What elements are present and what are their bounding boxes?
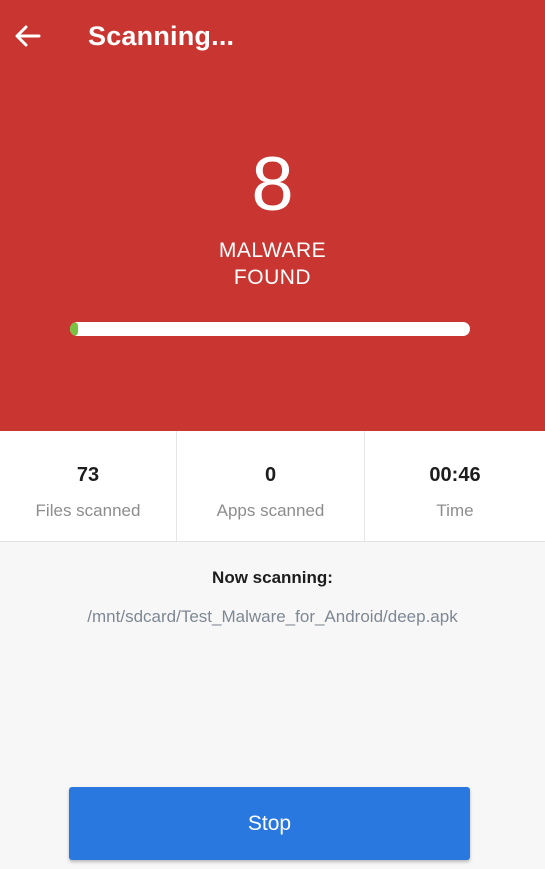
stat-time: 00:46 Time [364, 431, 545, 541]
arrow-left-icon [15, 25, 41, 47]
scan-progress-bar [70, 322, 470, 336]
malware-found-label: MALWARE FOUND [0, 237, 545, 291]
malware-found-label-line2: FOUND [233, 266, 312, 289]
malware-found-label-line1: MALWARE [218, 239, 327, 262]
top-app-bar: Scanning... [0, 0, 545, 72]
stat-files-scanned: 73 Files scanned [0, 431, 176, 541]
stat-apps-scanned: 0 Apps scanned [176, 431, 364, 541]
back-button[interactable] [10, 18, 46, 54]
page-title: Scanning... [88, 21, 235, 51]
scan-header-panel: Scanning... 8 MALWARE FOUND [0, 0, 545, 431]
now-scanning-heading: Now scanning: [212, 568, 333, 587]
stat-value: 0 [264, 464, 277, 486]
stat-label: Time [436, 501, 474, 520]
stop-button[interactable]: Stop [69, 787, 470, 860]
now-scanning-path: /mnt/sdcard/Test_Malware_for_Android/dee… [87, 607, 458, 626]
stat-value: 00:46 [429, 464, 481, 486]
stat-label: Apps scanned [216, 501, 325, 520]
stat-label: Files scanned [35, 501, 141, 520]
scan-stats: 73 Files scanned 0 Apps scanned 00:46 Ti… [0, 431, 545, 542]
scan-progress-fill [70, 322, 78, 336]
malware-count: 8 [251, 142, 294, 227]
stat-value: 73 [76, 464, 100, 486]
